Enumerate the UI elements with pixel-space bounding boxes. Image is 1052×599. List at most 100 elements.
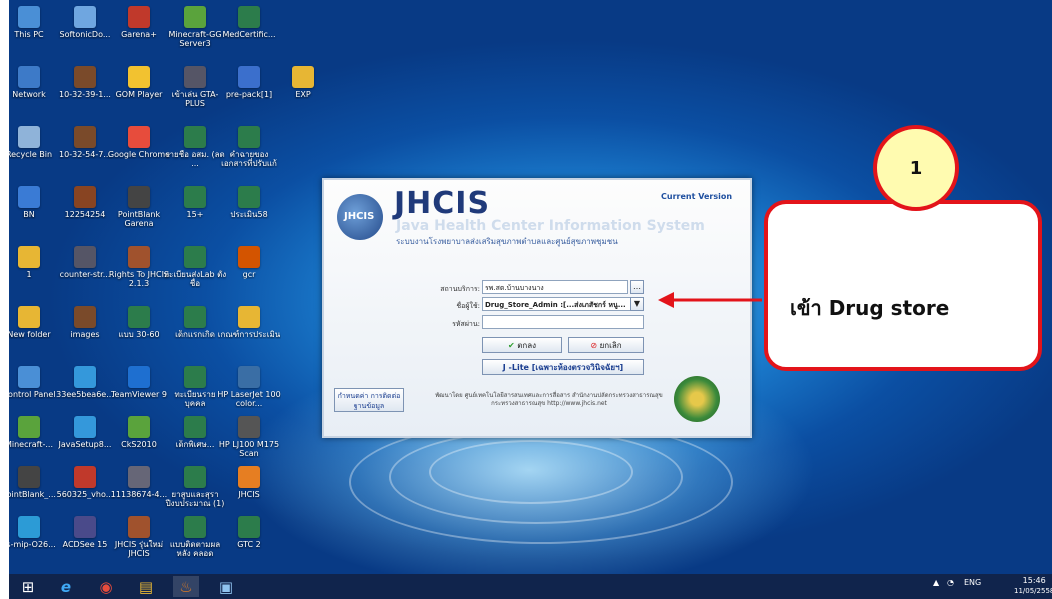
desktop-icon-label: gcr [242, 270, 256, 279]
app-icon [74, 306, 96, 328]
desktop-icon[interactable]: Minecraft-... [9, 416, 59, 449]
desktop-icon[interactable]: Google Chrome [108, 126, 170, 159]
user-select[interactable]: Drug_Store_Admin :[...ส่งเภสัชกร์ หนู... [482, 297, 632, 311]
desktop-icon[interactable]: Control Panel [9, 366, 59, 399]
desktop-icon[interactable]: คำฉายของ เอกสารที่ปรับแก้ [219, 126, 279, 168]
password-field[interactable] [482, 315, 644, 329]
desktop-icon[interactable]: counter-str... [55, 246, 115, 279]
desktop-icon[interactable]: 10-32-39-1... [55, 66, 115, 99]
desktop-icon[interactable]: Minecraft-GG Server3 [165, 6, 225, 48]
desktop-icon[interactable]: EXP [273, 66, 333, 99]
desktop-icon[interactable]: JavaSetup8... [55, 416, 115, 449]
desktop-icon[interactable]: images [55, 306, 115, 339]
chevron-down-icon[interactable]: ▼ [630, 297, 644, 311]
app-icon [128, 466, 150, 488]
desktop-icon[interactable]: SoftonicDo... [55, 6, 115, 39]
desktop-icon-label: TeamViewer 9 [111, 390, 167, 399]
desktop-icon-label: MedCertific... [222, 30, 276, 39]
network-icon[interactable]: ◔ [947, 578, 954, 587]
desktop-icon-label: PointBlank Garena [117, 210, 161, 228]
app-icon [238, 306, 260, 328]
desktop-icon[interactable]: 10-32-54-7... [55, 126, 115, 159]
desktop-icon[interactable]: รายชื่อ อสม. (ลด ... [165, 126, 225, 168]
desktop-icon[interactable]: Garena+ [109, 6, 169, 39]
desktop-icon-label: JHCIS รุ่นใหม่ JHCIS [114, 540, 164, 558]
app-icon [184, 516, 206, 538]
desktop-icon[interactable]: Network [9, 66, 59, 99]
internet-explorer-icon[interactable]: e [53, 576, 79, 597]
clock[interactable]: 15:46 11/05/2558 [1014, 576, 1052, 596]
desktop-icon-label: EXP [295, 90, 311, 99]
desktop-icon[interactable]: gcr [219, 246, 279, 279]
tray-arrow-icon[interactable]: ▲ [933, 578, 939, 587]
app-icon [18, 306, 40, 328]
desktop-icon[interactable]: ทะเบียนราย บุคคล [165, 366, 225, 408]
clock-time: 15:46 [1022, 576, 1046, 585]
app-icon [74, 186, 96, 208]
desktop-icon[interactable]: เด็กแรกเกิด [165, 306, 225, 339]
desktop-icon[interactable]: 33ee5bea6e... [55, 366, 115, 399]
service-field[interactable]: รพ.สต.บ้านบางนาง [482, 280, 628, 294]
desktop-icon[interactable]: pre-pack[1] [219, 66, 279, 99]
desktop-icon[interactable]: JHCIS [219, 466, 279, 499]
desktop-icon[interactable]: Recycle Bin [9, 126, 59, 159]
desktop-icon[interactable]: PointBlank_... [9, 466, 59, 499]
desktop-icon[interactable]: ประเมิน58 [219, 186, 279, 219]
app-icon [238, 416, 260, 438]
desktop-icon[interactable]: 560325_vho... [55, 466, 115, 499]
app-window-icon[interactable]: ▣ [213, 576, 239, 597]
desktop-icon[interactable]: JHCIS รุ่นใหม่ JHCIS [109, 516, 169, 558]
app-icon [18, 466, 40, 488]
desktop-icon[interactable]: แบบติดตามผลหลัง คลอด [165, 516, 225, 558]
cancel-button[interactable]: ⊘ ยกเลิก [568, 337, 644, 353]
desktop-icon[interactable]: 12254254 [55, 186, 115, 219]
desktop-icon[interactable]: ss-mip-O26... [9, 516, 59, 549]
desktop-icon-label: ประเมิน58 [230, 210, 268, 219]
desktop-icon[interactable]: ACDSee 15 [55, 516, 115, 549]
desktop-icon[interactable]: 15+ [165, 186, 225, 219]
desktop-icon[interactable]: GTC 2 [219, 516, 279, 549]
desktop-icon[interactable]: 11138674-4... [109, 466, 169, 499]
desktop-icon[interactable]: BN [9, 186, 59, 219]
desktop-icon[interactable]: ยาสูบและสุรา ปีงบประมาณ (1) [165, 466, 225, 508]
app-icon [184, 416, 206, 438]
desktop-icon[interactable]: TeamViewer 9 [109, 366, 169, 399]
desktop-icon[interactable]: PointBlank Garena [109, 186, 169, 228]
chrome-icon[interactable]: ◉ [93, 576, 119, 597]
app-icon [292, 66, 314, 88]
app-icon [74, 466, 96, 488]
start-icon[interactable]: ⊞ [15, 576, 41, 597]
desktop-icon[interactable]: เกณฑ์การประเมิน [218, 306, 280, 339]
browse-service-button[interactable]: … [630, 280, 644, 294]
app-icon [128, 516, 150, 538]
app-icon [128, 6, 150, 28]
desktop-icon[interactable]: เด็กพิเศษ... [165, 416, 225, 449]
app-icon [18, 66, 40, 88]
desktop-icon[interactable]: 1 [9, 246, 59, 279]
cancel-button-label: ยกเลิก [599, 341, 622, 350]
desktop-icon[interactable]: Rights To JHCIS 2.1.3 [109, 246, 169, 288]
desktop-icon[interactable]: This PC [9, 6, 59, 39]
desktop-icon[interactable]: แบบ 30-60 [109, 306, 169, 339]
desktop-icon[interactable]: New folder [9, 306, 59, 339]
jhcis-subtitle: Java Health Center Information System [396, 218, 705, 234]
desktop-icon[interactable]: GOM Player [109, 66, 169, 99]
desktop-icon[interactable]: HP LaserJet 100 color... [217, 366, 281, 408]
desktop-icon[interactable]: ทะเบียนส่งLab ตั้งชื่อ [164, 246, 226, 288]
desktop-icon[interactable]: เข้าเล่น GTA-PLUS [165, 66, 225, 108]
java-icon[interactable]: ♨ [173, 576, 199, 597]
app-icon [128, 66, 150, 88]
desktop-icon[interactable]: HP LJ100 M175 Scan [219, 416, 279, 458]
desktop-icon-label: HP LJ100 M175 Scan [218, 440, 280, 458]
desktop-icon[interactable]: MedCertific... [219, 6, 279, 39]
file-explorer-icon[interactable]: ▤ [133, 576, 159, 597]
database-settings-button[interactable]: กำหนดค่า การติดต่อฐานข้อมูล [334, 388, 404, 412]
ok-button[interactable]: ✔ ตกลง [482, 337, 562, 353]
app-icon [74, 516, 96, 538]
app-icon [238, 126, 260, 148]
desktop-icon-label: 11138674-4... [110, 490, 168, 499]
jhcis-login-window: JHCIS JHCIS Java Health Center Informati… [322, 178, 752, 438]
jlite-button[interactable]: J -Lite [เฉพาะห้องตรวจวินิจฉัยฯ] [482, 359, 644, 375]
desktop-icon[interactable]: CkS2010 [109, 416, 169, 449]
language-indicator[interactable]: ENG [964, 578, 981, 587]
